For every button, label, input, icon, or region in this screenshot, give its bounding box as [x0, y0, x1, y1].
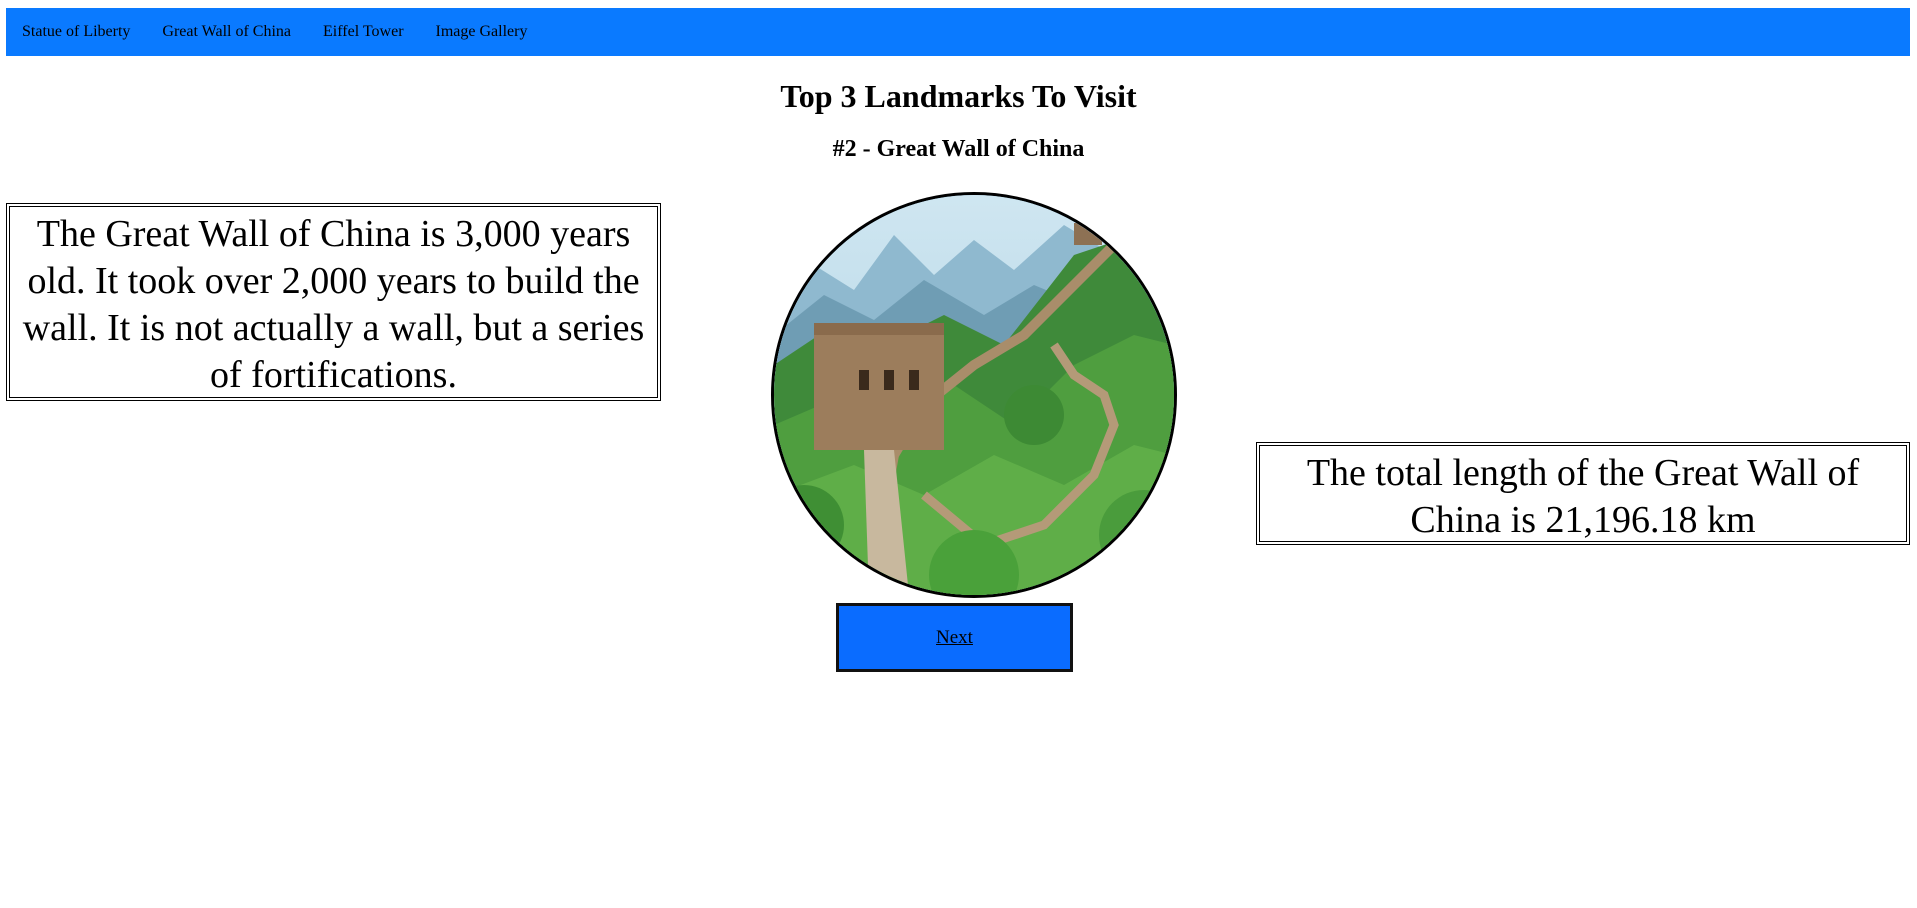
nav-link-image-gallery[interactable]: Image Gallery [436, 23, 528, 41]
fact-box-length: The total length of the Great Wall of Ch… [1256, 442, 1910, 545]
page: Statue of Liberty Great Wall of China Ei… [0, 0, 1917, 908]
top-navbar: Statue of Liberty Great Wall of China Ei… [6, 8, 1910, 56]
nav-link-eiffel-tower[interactable]: Eiffel Tower [323, 23, 403, 41]
page-title: Top 3 Landmarks To Visit [780, 78, 1137, 114]
nav-link-great-wall-of-china[interactable]: Great Wall of China [162, 23, 291, 41]
next-button[interactable]: Next [836, 603, 1073, 672]
great-wall-photo [771, 192, 1177, 598]
nav-link-statue-of-liberty[interactable]: Statue of Liberty [22, 23, 130, 41]
fact-box-history: The Great Wall of China is 3,000 years o… [6, 203, 661, 401]
great-wall-illustration [774, 195, 1174, 595]
landmark-subtitle: #2 - Great Wall of China [832, 136, 1085, 162]
